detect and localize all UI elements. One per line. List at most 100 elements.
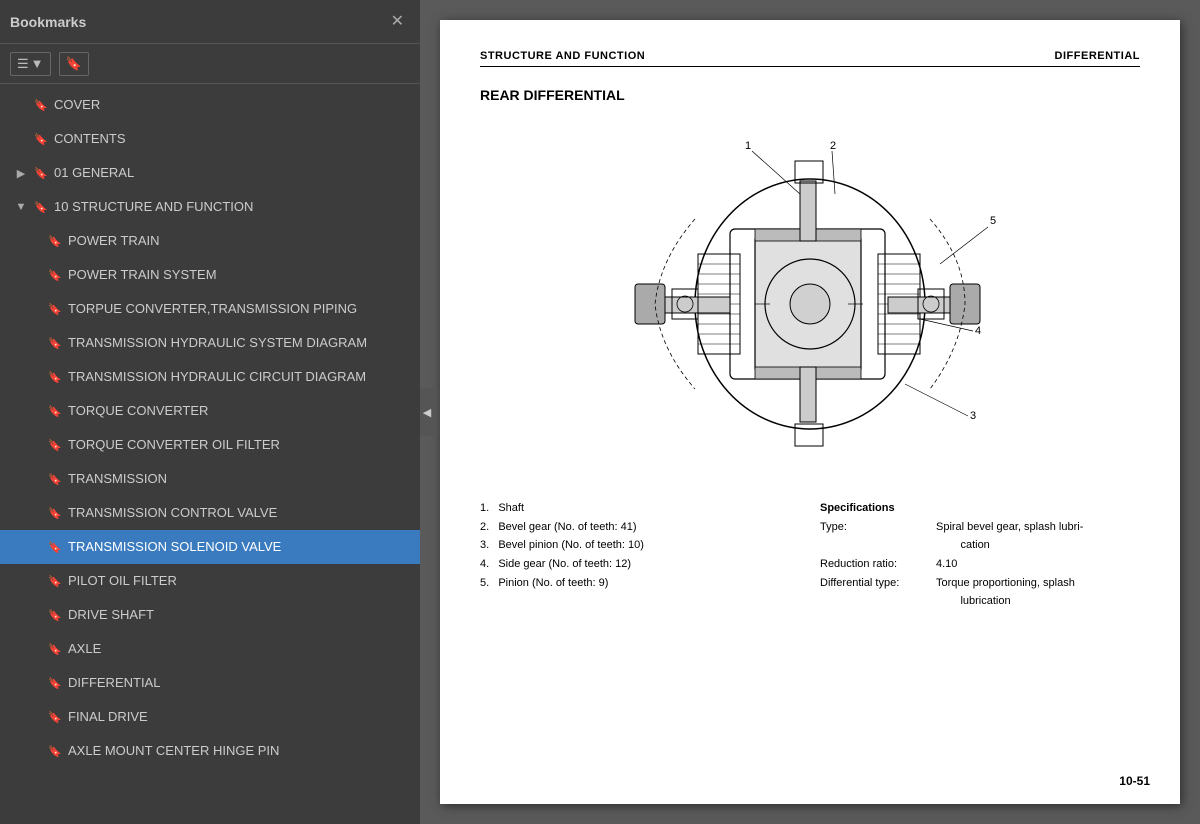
- bookmark-label-final-drive: FINAL DRIVE: [68, 709, 410, 726]
- view-options-button[interactable]: ☰ ▼: [10, 52, 51, 76]
- bookmark-flag-icon: 🔖: [34, 167, 48, 180]
- sidebar-collapse-button[interactable]: ◀: [420, 388, 434, 436]
- spec-reduction-label: Reduction ratio:: [820, 555, 930, 574]
- bookmark-flag-icon: 🔖: [48, 235, 62, 248]
- bookmark-flag-icon: 🔖: [48, 541, 62, 554]
- spec-item-4: 4. Side gear (No. of teeth: 12): [480, 555, 800, 574]
- spec-reduction-value: 4.10: [936, 555, 957, 574]
- spec-item-3: 3. Bevel pinion (No. of teeth: 10): [480, 536, 800, 555]
- bookmark-flag-icon: 🔖: [34, 99, 48, 112]
- expand-toggle-structure[interactable]: ▼: [14, 201, 28, 213]
- page-header: STRUCTURE AND FUNCTION DIFFERENTIAL: [480, 50, 1140, 67]
- bookmark-flag-icon: 🔖: [34, 133, 48, 146]
- bookmark-flag-icon: 🔖: [48, 507, 62, 520]
- bookmark-item-transmission-hydraulic-system[interactable]: 🔖 TRANSMISSION HYDRAULIC SYSTEM DIAGRAM: [0, 326, 420, 360]
- sidebar: Bookmarks ✕ ☰ ▼ 🔖 🔖 COVER 🔖 CONTENTS ▶ 🔖 01 GE…: [0, 0, 420, 824]
- page-header-left: STRUCTURE AND FUNCTION: [480, 50, 645, 62]
- spec-diff-label: Differential type:: [820, 574, 930, 611]
- spec-item-5: 5. Pinion (No. of teeth: 9): [480, 574, 800, 593]
- bookmark-item-axle-mount[interactable]: 🔖 AXLE MOUNT CENTER HINGE PIN: [0, 734, 420, 768]
- chevron-left-icon: ◀: [423, 406, 431, 419]
- bookmark-item-general[interactable]: ▶ 🔖 01 GENERAL: [0, 156, 420, 190]
- bookmark-flag-icon: 🔖: [48, 609, 62, 622]
- bookmark-label-differential: DIFFERENTIAL: [68, 675, 410, 692]
- bookmark-flag-icon: 🔖: [48, 269, 62, 282]
- bookmark-flag-icon: 🔖: [48, 405, 62, 418]
- bookmark-item-pilot-oil-filter[interactable]: 🔖PILOT OIL FILTER: [0, 564, 420, 598]
- spec-type-label: Type:: [820, 518, 930, 555]
- spec-type-row: Type: Spiral bevel gear, splash lubri- c…: [820, 518, 1140, 555]
- sidebar-header: Bookmarks ✕: [0, 0, 420, 44]
- bookmark-label-transmission-solenoid-valve: TRANSMISSION SOLENOID VALVE: [68, 539, 410, 556]
- svg-text:4: 4: [975, 325, 981, 337]
- spec-diff-value: Torque proportioning, splash lubrication: [936, 574, 1075, 611]
- spec-item-1: 1. Shaft: [480, 499, 800, 518]
- bookmark-item-torque-converter-piping[interactable]: 🔖 TORPUE CONVERTER,TRANSMISSION PIPING: [0, 292, 420, 326]
- bookmark-item-drive-shaft[interactable]: 🔖 DRIVE SHAFT: [0, 598, 420, 632]
- bookmark-item-final-drive[interactable]: 🔖 FINAL DRIVE: [0, 700, 420, 734]
- bookmark-item-transmission-control-valve[interactable]: 🔖 TRANSMISSION CONTROL VALVE: [0, 496, 420, 530]
- bookmark-label-pilot-oil-filter: PILOT OIL FILTER: [68, 573, 410, 590]
- section-title: REAR DIFFERENTIAL: [480, 87, 1140, 103]
- svg-text:2: 2: [830, 140, 836, 152]
- bookmark-label-drive-shaft: DRIVE SHAFT: [68, 607, 410, 624]
- spec-item-2: 2. Bevel gear (No. of teeth: 41): [480, 518, 800, 537]
- bookmark-item-power-train-system[interactable]: 🔖 POWER TRAIN SYSTEM: [0, 258, 420, 292]
- bookmark-label-transmission-hydraulic-circuit: TRANSMISSION HYDRAULIC CIRCUIT DIAGRAM: [68, 369, 410, 386]
- bookmark-item-transmission-solenoid-valve[interactable]: 🔖 TRANSMISSION SOLENOID VALVE: [0, 530, 420, 564]
- bookmark-item-structure[interactable]: ▼ 🔖 10 STRUCTURE AND FUNCTION: [0, 190, 420, 224]
- bookmark-label-power-train-system: POWER TRAIN SYSTEM: [68, 267, 410, 284]
- sidebar-title: Bookmarks: [10, 14, 86, 30]
- svg-text:3: 3: [970, 410, 976, 422]
- bookmark-options-button[interactable]: 🔖: [59, 52, 89, 76]
- list-icon: ☰: [17, 56, 29, 72]
- bookmark-label-torque-converter-piping: TORPUE CONVERTER,TRANSMISSION PIPING: [68, 301, 410, 318]
- dropdown-arrow-icon: ▼: [31, 56, 44, 71]
- bookmark-label-axle-mount: AXLE MOUNT CENTER HINGE PIN: [68, 743, 410, 760]
- bookmark-label-transmission-hydraulic-system: TRANSMISSION HYDRAULIC SYSTEM DIAGRAM: [68, 335, 410, 352]
- bookmark-flag-icon: 🔖: [48, 643, 62, 656]
- bookmark-label-general: 01 GENERAL: [54, 165, 410, 182]
- page-number: 10-51: [1119, 774, 1150, 788]
- bookmark-flag-icon: 🔖: [48, 337, 62, 350]
- bookmark-label-cover: COVER: [54, 97, 410, 114]
- bookmark-item-cover[interactable]: 🔖 COVER: [0, 88, 420, 122]
- bookmark-item-transmission[interactable]: 🔖 TRANSMISSION: [0, 462, 420, 496]
- expand-toggle-general[interactable]: ▶: [14, 167, 28, 180]
- bookmark-flag-icon: 🔖: [48, 473, 62, 486]
- bookmark-label-transmission: TRANSMISSION: [68, 471, 410, 488]
- bookmark-label-torque-converter: TORQUE CONVERTER: [68, 403, 410, 420]
- bookmark-icon: 🔖: [66, 56, 82, 72]
- bookmark-flag-icon: 🔖: [48, 303, 62, 316]
- bookmark-flag-icon: 🔖: [48, 711, 62, 724]
- bookmark-label-power-train: POWER TRAIN: [68, 233, 410, 250]
- document-page: STRUCTURE AND FUNCTION DIFFERENTIAL REAR…: [440, 20, 1180, 804]
- bookmark-item-differential[interactable]: 🔖 DIFFERENTIAL: [0, 666, 420, 700]
- bookmark-item-torque-converter-oil-filter[interactable]: 🔖 TORQUE CONVERTER OIL FILTER: [0, 428, 420, 462]
- bookmark-flag-icon: 🔖: [34, 201, 48, 214]
- spec-type-value: Spiral bevel gear, splash lubri- cation: [936, 518, 1083, 555]
- bookmark-flag-icon: 🔖: [48, 677, 62, 690]
- bookmark-label-transmission-control-valve: TRANSMISSION CONTROL VALVE: [68, 505, 410, 522]
- bookmark-label-structure: 10 STRUCTURE AND FUNCTION: [54, 199, 410, 216]
- bookmark-item-axle[interactable]: 🔖 AXLE: [0, 632, 420, 666]
- main-content: STRUCTURE AND FUNCTION DIFFERENTIAL REAR…: [420, 0, 1200, 824]
- bookmark-label-axle: AXLE: [68, 641, 410, 658]
- bookmark-item-torque-converter[interactable]: 🔖 TORQUE CONVERTER: [0, 394, 420, 428]
- bookmark-flag-icon: 🔖: [48, 745, 62, 758]
- bookmark-label-contents: CONTENTS: [54, 131, 410, 148]
- bookmark-label-torque-converter-oil-filter: TORQUE CONVERTER OIL FILTER: [68, 437, 410, 454]
- bookmark-item-transmission-hydraulic-circuit[interactable]: 🔖TRANSMISSION HYDRAULIC CIRCUIT DIAGRAM: [0, 360, 420, 394]
- diagram-container: 1 2 5 4 3: [480, 119, 1140, 479]
- bookmark-item-power-train[interactable]: 🔖 POWER TRAIN: [0, 224, 420, 258]
- svg-text:1: 1: [745, 140, 751, 152]
- bookmark-list: 🔖 COVER 🔖 CONTENTS ▶ 🔖 01 GENERAL ▼ 🔖 10 STRUCTUR…: [0, 84, 420, 824]
- sidebar-toolbar: ☰ ▼ 🔖: [0, 44, 420, 84]
- bookmark-item-contents[interactable]: 🔖 CONTENTS: [0, 122, 420, 156]
- bookmark-flag-icon: 🔖: [48, 439, 62, 452]
- specifications-title: Specifications: [820, 499, 1140, 518]
- specs-section: 1. Shaft 2. Bevel gear (No. of teeth: 41…: [480, 499, 1140, 611]
- specs-details: Specifications Type: Spiral bevel gear, …: [820, 499, 1140, 611]
- page-header-right: DIFFERENTIAL: [1055, 50, 1140, 62]
- sidebar-close-button[interactable]: ✕: [385, 12, 410, 32]
